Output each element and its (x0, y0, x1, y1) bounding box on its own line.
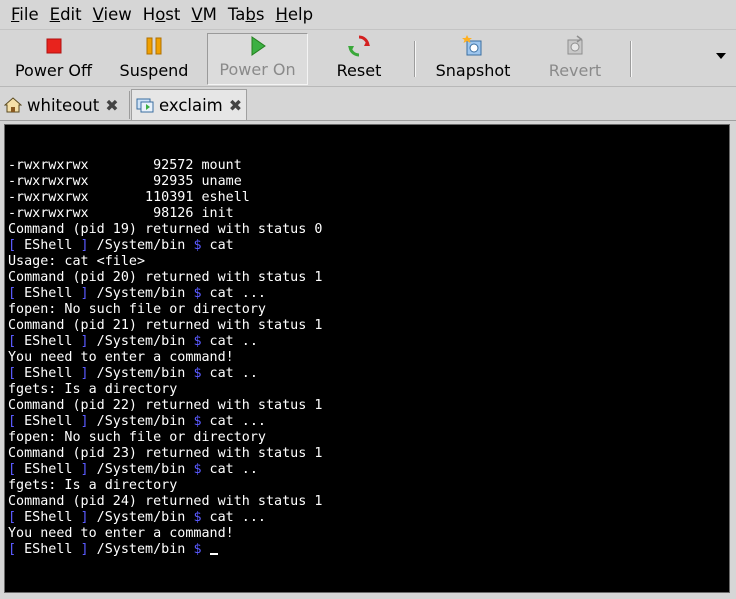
vm-console[interactable]: -rwxrwxrwx 92572 mount -rwxrwxrwx 92935 u… (4, 124, 730, 593)
menu-item[interactable]: Edit (39, 5, 82, 24)
output-line: -rwxrwxrwx 92935 uname (8, 174, 242, 189)
prompt-line: [ EShell ] /System/bin $ cat (8, 238, 234, 253)
power-on-button[interactable]: Power On (207, 33, 308, 85)
snapshot-label: Snapshot (435, 61, 511, 80)
revert-label: Revert (548, 61, 602, 80)
close-icon[interactable]: ✖ (229, 96, 242, 115)
suspend-button[interactable]: Suspend (110, 33, 198, 85)
vm-icon (136, 96, 154, 114)
output-line: You need to enter a command! (8, 350, 234, 365)
text-cursor (209, 553, 218, 555)
output-line: -rwxrwxrwx 110391 eshell (8, 190, 250, 205)
console-output: -rwxrwxrwx 92572 mount -rwxrwxrwx 92935 u… (8, 158, 322, 558)
output-line: Command (pid 20) returned with status 1 (8, 270, 323, 285)
output-line: Command (pid 24) returned with status 1 (8, 494, 323, 509)
output-line: -rwxrwxrwx 92572 mount (8, 158, 242, 173)
toolbar-separator (630, 41, 632, 77)
output-line: fopen: No such file or directory (8, 430, 266, 445)
toolbar: Power Off Suspend Power On Reset Snapsho… (0, 31, 736, 87)
toolbar-separator (414, 41, 416, 77)
tab-bar: whiteout ✖ exclaim ✖ (0, 88, 736, 120)
snapshot-icon (461, 34, 485, 58)
tab-label: whiteout (27, 95, 100, 115)
toolbar-overflow-icon[interactable] (716, 53, 726, 59)
tab-exclaim[interactable]: exclaim ✖ (131, 89, 247, 120)
output-line: fgets: Is a directory (8, 382, 178, 397)
power-off-label: Power Off (14, 61, 93, 80)
prompt-line: [ EShell ] /System/bin $ cat ... (8, 414, 266, 429)
output-line: Usage: cat <file> (8, 254, 146, 269)
revert-button[interactable]: Revert (532, 33, 618, 85)
suspend-label: Suspend (119, 61, 189, 80)
reset-label: Reset (336, 61, 382, 80)
menu-item[interactable]: Tabs (217, 5, 265, 24)
prompt-line: [ EShell ] /System/bin $ cat .. (8, 366, 258, 381)
tab-whiteout[interactable]: whiteout ✖ (0, 91, 130, 119)
prompt-line: [ EShell ] /System/bin $ cat .. (8, 334, 258, 349)
tab-label: exclaim (159, 95, 223, 115)
menu-item[interactable]: File (0, 5, 39, 24)
reset-icon (347, 34, 371, 58)
output-line: -rwxrwxrwx 98126 init (8, 206, 234, 221)
snapshot-button[interactable]: Snapshot (424, 33, 522, 85)
menu-bar: File Edit View Host VM Tabs Help (0, 0, 736, 30)
output-line: You need to enter a command! (8, 526, 234, 541)
output-line: Command (pid 21) returned with status 1 (8, 318, 323, 333)
home-icon (4, 96, 22, 114)
output-line: fopen: No such file or directory (8, 302, 266, 317)
close-icon[interactable]: ✖ (105, 96, 118, 115)
prompt-line: [ EShell ] /System/bin $ (8, 542, 322, 558)
reset-button[interactable]: Reset (316, 33, 402, 85)
power-on-label: Power On (219, 60, 296, 79)
menu-item[interactable]: Help (264, 5, 313, 24)
prompt-line: [ EShell ] /System/bin $ cat .. (8, 462, 258, 477)
menu-item[interactable]: VM (180, 5, 217, 24)
output-line: Command (pid 22) returned with status 1 (8, 398, 323, 413)
menu-item[interactable]: Host (132, 5, 181, 24)
menu-item[interactable]: View (82, 5, 132, 24)
prompt-line: [ EShell ] /System/bin $ cat ... (8, 286, 266, 301)
output-line: Command (pid 23) returned with status 1 (8, 446, 323, 461)
output-line: fgets: Is a directory (8, 478, 178, 493)
pause-icon (142, 34, 166, 58)
revert-icon (563, 34, 587, 58)
output-line: Command (pid 19) returned with status 0 (8, 222, 323, 237)
play-icon (246, 34, 270, 57)
prompt-line: [ EShell ] /System/bin $ cat ... (8, 510, 266, 525)
stop-icon (42, 34, 66, 58)
power-off-button[interactable]: Power Off (6, 33, 101, 85)
